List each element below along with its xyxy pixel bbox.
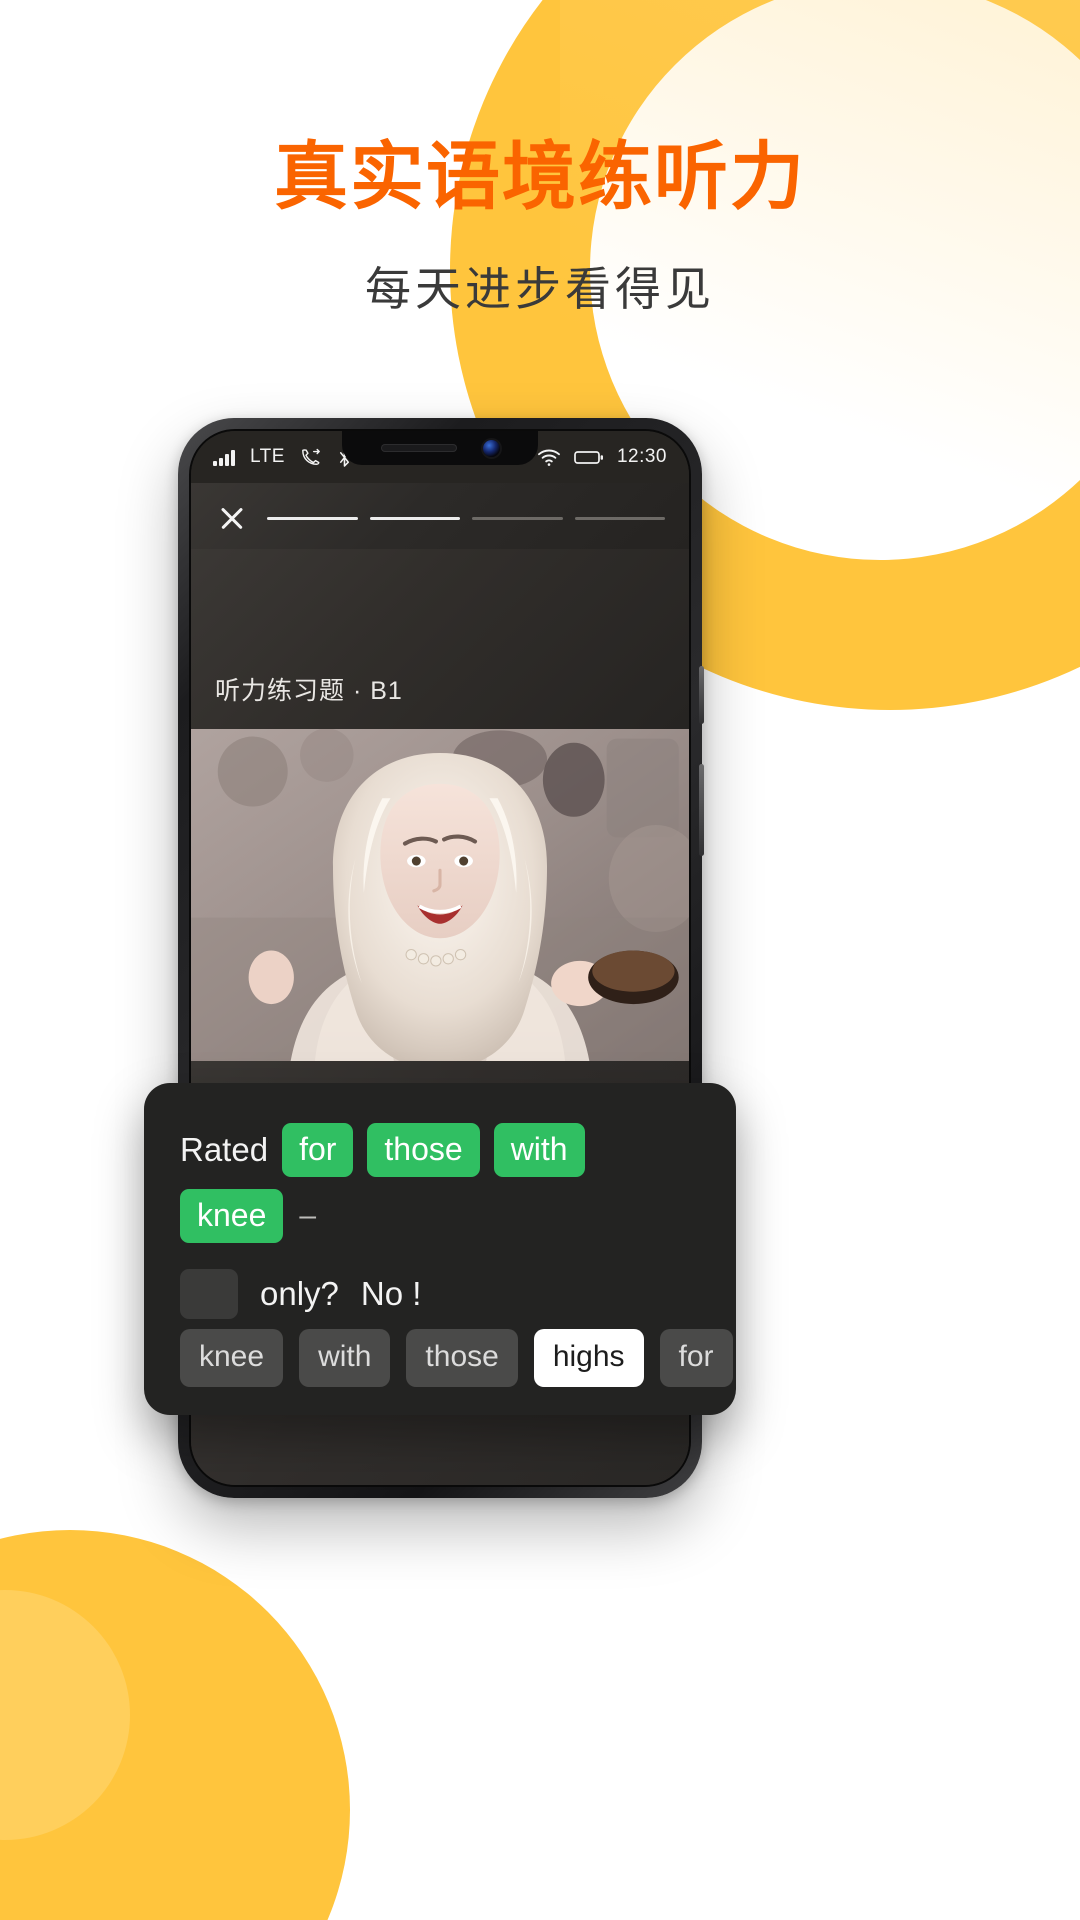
power-button[interactable]	[699, 764, 704, 856]
wifi-icon	[538, 449, 560, 466]
word-bank-chip-selected[interactable]: highs	[533, 1329, 644, 1387]
word-bank-chip[interactable]: for	[659, 1329, 733, 1387]
answer-chip[interactable]: knee	[180, 1189, 284, 1243]
word-bank-chip[interactable]: with	[299, 1329, 391, 1387]
battery-icon	[574, 450, 603, 464]
close-icon[interactable]	[215, 501, 249, 535]
answer-blank-slot[interactable]	[180, 1269, 238, 1319]
clock-label: 12:30	[616, 446, 667, 467]
word-bank: knee with those highs for	[180, 1329, 733, 1387]
front-camera	[482, 439, 500, 457]
answer-card: Rated for those with knee – only? No ! k…	[144, 1083, 736, 1415]
status-bar-left: LTE	[213, 446, 352, 468]
lesson-header: 听力练习题 · B1	[191, 549, 689, 729]
progress-segment	[267, 516, 358, 520]
page-subtitle: 每天进步看得见	[365, 262, 715, 315]
progress-segment	[574, 516, 665, 520]
word-bank-chip[interactable]: those	[406, 1329, 518, 1387]
video-still[interactable]	[191, 729, 689, 1061]
answer-chip[interactable]: for	[282, 1123, 354, 1177]
answer-chip[interactable]: with	[493, 1123, 585, 1177]
word-bank-chip[interactable]: knee	[180, 1329, 284, 1387]
progress-segments	[267, 516, 665, 520]
display-notch	[342, 431, 538, 465]
progress-segment	[369, 516, 460, 520]
status-bar: LTE 12:30	[191, 431, 689, 483]
sentence-dash: –	[299, 1199, 317, 1232]
earpiece-speaker	[380, 444, 457, 452]
answer-line-2: only? No !	[180, 1269, 700, 1319]
promo-headings: 真实语境练听力 每天进步看得见	[0, 135, 1080, 319]
progress-segment	[472, 516, 563, 520]
sentence-word: No !	[360, 1275, 422, 1312]
sentence-word: Rated	[180, 1131, 269, 1168]
answer-line-1: Rated for those with knee –	[180, 1123, 700, 1243]
call-forward-icon	[302, 448, 320, 465]
network-label: LTE	[250, 446, 285, 467]
signal-bars-icon	[213, 449, 235, 466]
status-bar-right: 12:30	[537, 446, 667, 468]
sentence-word: only?	[260, 1275, 339, 1312]
lesson-title: 听力练习题 · B1	[215, 677, 403, 705]
video-frame-illustration	[191, 729, 689, 1061]
lesson-top-bar	[191, 483, 689, 549]
answer-chip[interactable]: those	[367, 1123, 480, 1177]
volume-button[interactable]	[699, 666, 704, 724]
page-title: 真实语境练听力	[274, 135, 806, 218]
